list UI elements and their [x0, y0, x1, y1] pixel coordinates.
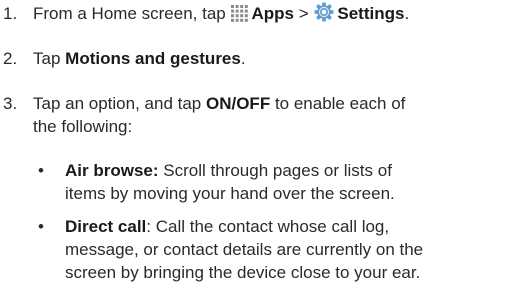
motions-and-gestures-label: Motions and gestures — [65, 49, 241, 68]
on-off-label: ON/OFF — [205, 94, 271, 113]
bullet-marker: • — [38, 217, 44, 236]
step-text: Tap Motions and gestures. — [33, 49, 246, 68]
separator: > — [298, 4, 309, 23]
step-text: Tap an option, and tap ON/OFF to enable … — [33, 94, 406, 136]
apps-label: Apps — [251, 4, 294, 23]
direct-call-label: Direct call — [65, 217, 147, 236]
instructions-page: 1. From a Home screen, tap Apps > Settin… — [0, 0, 505, 288]
settings-label: Settings — [337, 4, 405, 23]
step-number: 2. — [3, 49, 18, 68]
step-number: 3. — [3, 94, 18, 113]
step-text: From a Home screen, tap Apps > Settings. — [33, 2, 505, 28]
air-browse-label: Air browse: — [65, 161, 159, 180]
step-number: 1. — [3, 4, 18, 23]
apps-grid-icon — [231, 5, 249, 28]
bullet-marker: • — [38, 161, 44, 180]
bullet-text: Air browse: Scroll through pages or list… — [65, 161, 395, 203]
step-text-pre: From a Home screen, tap — [33, 4, 226, 23]
settings-gear-icon — [314, 2, 334, 28]
bullet-text: Direct call: Call the contact whose call… — [65, 217, 424, 282]
